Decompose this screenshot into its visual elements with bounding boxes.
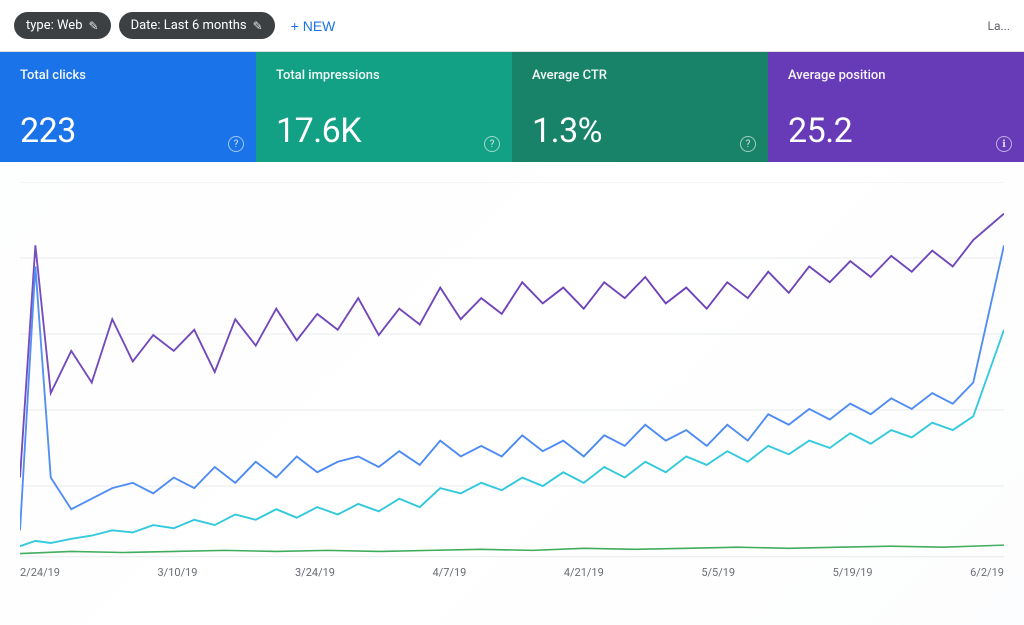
metric-help-2[interactable]: ? <box>740 136 756 152</box>
date-filter-chip[interactable]: Date: Last 6 months ✎ <box>119 12 275 39</box>
metrics-row: Total clicks 223 ? Total impressions 17.… <box>0 52 1024 162</box>
toolbar: type: Web ✎ Date: Last 6 months ✎ + NEW … <box>0 0 1024 52</box>
x-label-3: 4/7/19 <box>433 566 467 579</box>
metric-help-1[interactable]: ? <box>484 136 500 152</box>
x-label-4: 4/21/19 <box>564 566 604 579</box>
date-filter-label: Date: Last 6 months <box>131 18 247 33</box>
type-filter-chip[interactable]: type: Web ✎ <box>14 12 111 39</box>
main-content: Total clicks 223 ? Total impressions 17.… <box>0 52 1024 625</box>
metric-card-0: Total clicks 223 ? <box>0 52 256 162</box>
metric-help-3[interactable]: ℹ <box>996 136 1012 152</box>
metric-label-2: Average CTR <box>532 68 748 83</box>
metric-label-3: Average position <box>788 68 1004 83</box>
metric-label-1: Total impressions <box>276 68 492 83</box>
type-filter-edit-icon: ✎ <box>89 19 99 33</box>
x-label-2: 3/24/19 <box>295 566 335 579</box>
x-label-5: 5/5/19 <box>701 566 735 579</box>
metric-card-1: Total impressions 17.6K ? <box>256 52 512 162</box>
x-axis-labels: 2/24/19 3/10/19 3/24/19 4/7/19 4/21/19 5/5/19… <box>20 562 1004 579</box>
x-label-6: 5/19/19 <box>833 566 873 579</box>
chart-area <box>20 182 1004 562</box>
line-chart <box>20 182 1004 562</box>
chart-container: 2/24/19 3/10/19 3/24/19 4/7/19 4/21/19 5/5/19… <box>0 162 1024 625</box>
top-right-label: La... <box>988 19 1010 33</box>
x-label-0: 2/24/19 <box>20 566 60 579</box>
metric-value-0: 223 <box>20 113 236 150</box>
metric-label-0: Total clicks <box>20 68 236 83</box>
metric-value-2: 1.3% <box>532 113 748 150</box>
new-button[interactable]: + NEW <box>283 12 344 40</box>
metric-card-3: Average position 25.2 ℹ <box>768 52 1024 162</box>
metric-value-1: 17.6K <box>276 113 492 150</box>
date-filter-edit-icon: ✎ <box>253 19 263 33</box>
metric-value-3: 25.2 <box>788 113 1004 150</box>
type-filter-label: type: Web <box>26 18 83 33</box>
metric-help-0[interactable]: ? <box>228 136 244 152</box>
metric-card-2: Average CTR 1.3% ? <box>512 52 768 162</box>
x-label-7: 6/2/19 <box>970 566 1004 579</box>
x-label-1: 3/10/19 <box>158 566 198 579</box>
